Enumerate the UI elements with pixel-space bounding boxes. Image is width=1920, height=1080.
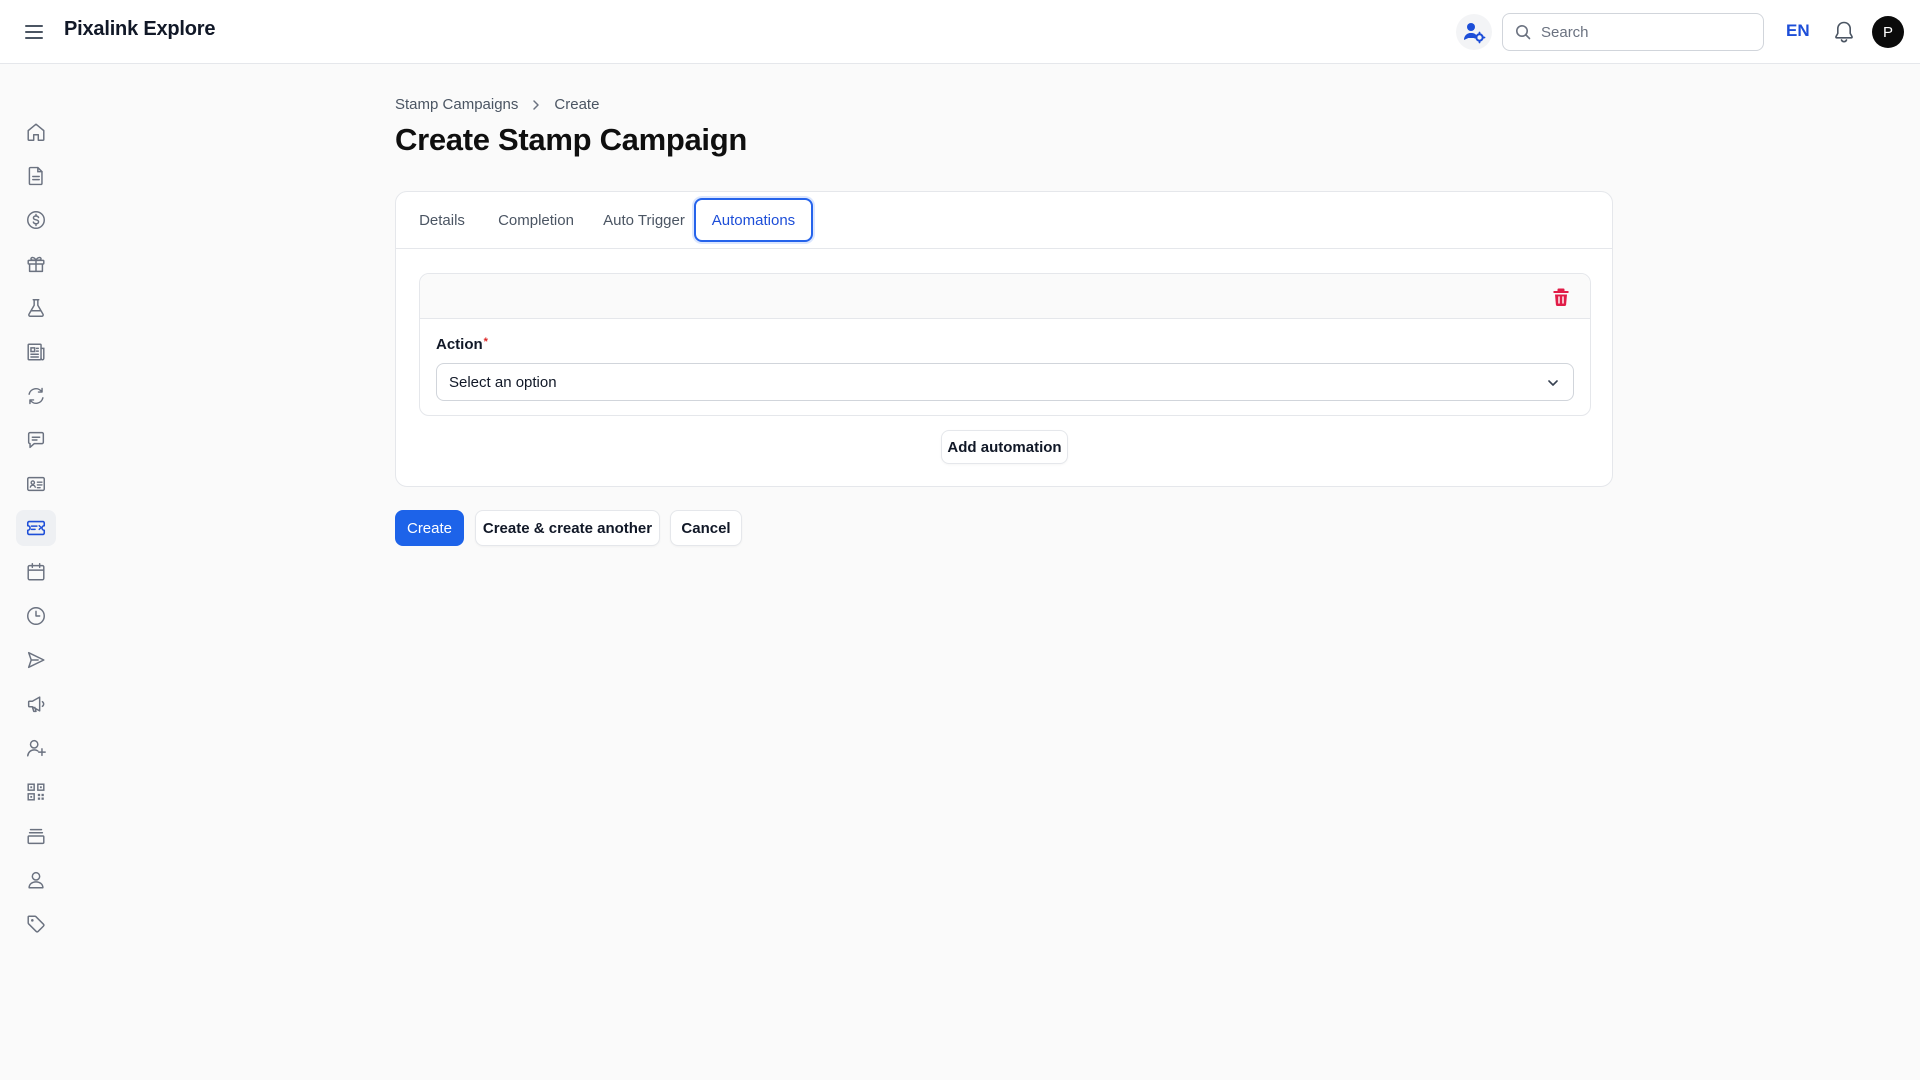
ticket-icon xyxy=(26,520,46,536)
gift-icon xyxy=(27,256,45,273)
tab-bar: Details Completion Auto Trigger Automati… xyxy=(396,192,1612,249)
refresh-icon xyxy=(28,387,44,405)
action-label-text: Action xyxy=(436,336,483,353)
newspaper-icon xyxy=(27,343,45,361)
add-automation-button[interactable]: Add automation xyxy=(941,430,1068,464)
sidebar-item-tags[interactable] xyxy=(16,906,56,942)
tab-details[interactable]: Details xyxy=(408,198,476,242)
sidebar-item-send[interactable] xyxy=(16,642,56,678)
breadcrumb-current: Create xyxy=(554,96,600,113)
megaphone-icon xyxy=(27,696,45,713)
sidebar-item-inventory[interactable] xyxy=(16,818,56,854)
sidebar-item-messages[interactable] xyxy=(16,422,56,458)
sidebar-item-home[interactable] xyxy=(16,114,56,150)
qr-code-icon xyxy=(27,783,45,801)
search-box xyxy=(1502,13,1764,51)
calendar-icon xyxy=(27,563,45,581)
layers-icon xyxy=(27,828,45,845)
breadcrumb-link-stamp-campaigns[interactable]: Stamp Campaigns xyxy=(395,96,518,113)
search-input[interactable] xyxy=(1541,23,1751,41)
sidebar-item-rewards[interactable] xyxy=(16,246,56,282)
sidebar xyxy=(0,64,72,1080)
top-bar: Pixalink Explore EN P xyxy=(0,0,1920,64)
page-title: Create Stamp Campaign xyxy=(395,122,748,157)
sidebar-item-document[interactable] xyxy=(16,158,56,194)
flask-icon xyxy=(28,299,44,317)
sidebar-item-news[interactable] xyxy=(16,334,56,370)
app-name: Pixalink Explore xyxy=(64,18,216,40)
tag-icon xyxy=(27,915,45,933)
bell-icon[interactable] xyxy=(1832,19,1856,45)
menu-icon[interactable] xyxy=(20,20,48,44)
cancel-button[interactable]: Cancel xyxy=(670,510,742,546)
clock-icon xyxy=(27,607,45,625)
automation-item-header xyxy=(420,274,1590,319)
id-card-icon xyxy=(27,476,45,492)
required-marker: * xyxy=(483,336,488,348)
dollar-icon xyxy=(27,211,45,229)
sidebar-item-calendar[interactable] xyxy=(16,554,56,590)
sidebar-item-cards[interactable] xyxy=(16,466,56,502)
language-switcher[interactable]: EN xyxy=(1786,21,1810,41)
sidebar-item-lab[interactable] xyxy=(16,290,56,326)
user-icon xyxy=(28,871,44,889)
trash-icon xyxy=(1553,288,1569,307)
delete-automation-button[interactable] xyxy=(1550,286,1572,308)
avatar[interactable]: P xyxy=(1872,16,1904,48)
sidebar-item-payments[interactable] xyxy=(16,202,56,238)
sidebar-item-stamp-campaigns[interactable] xyxy=(16,510,56,546)
sidebar-item-sync[interactable] xyxy=(16,378,56,414)
action-field-label: Action* xyxy=(436,336,488,353)
create-and-create-another-button[interactable]: Create & create another xyxy=(475,510,660,546)
tab-completion[interactable]: Completion xyxy=(488,198,584,242)
sidebar-item-profile[interactable] xyxy=(16,862,56,898)
chevron-right-icon xyxy=(530,99,542,111)
action-select-value: Select an option xyxy=(449,373,557,391)
document-icon xyxy=(28,166,43,186)
tab-automations[interactable]: Automations xyxy=(694,198,813,242)
automation-item: Action* Select an option xyxy=(419,273,1591,416)
sidebar-item-announcements[interactable] xyxy=(16,686,56,722)
user-plus-icon xyxy=(27,739,46,757)
chevron-down-icon xyxy=(1548,380,1558,386)
tab-auto-trigger[interactable]: Auto Trigger xyxy=(594,198,694,242)
search-icon xyxy=(1516,25,1531,40)
action-select[interactable]: Select an option xyxy=(436,363,1574,401)
chat-icon xyxy=(27,431,45,449)
user-settings-icon[interactable] xyxy=(1456,14,1492,50)
sidebar-item-history[interactable] xyxy=(16,598,56,634)
sidebar-item-qr-codes[interactable] xyxy=(16,774,56,810)
form-card: Details Completion Auto Trigger Automati… xyxy=(395,191,1613,487)
sidebar-item-invite[interactable] xyxy=(16,730,56,766)
send-icon xyxy=(27,651,45,669)
breadcrumb: Stamp Campaigns Create xyxy=(395,96,599,113)
create-button[interactable]: Create xyxy=(395,510,464,546)
home-icon xyxy=(27,123,45,141)
